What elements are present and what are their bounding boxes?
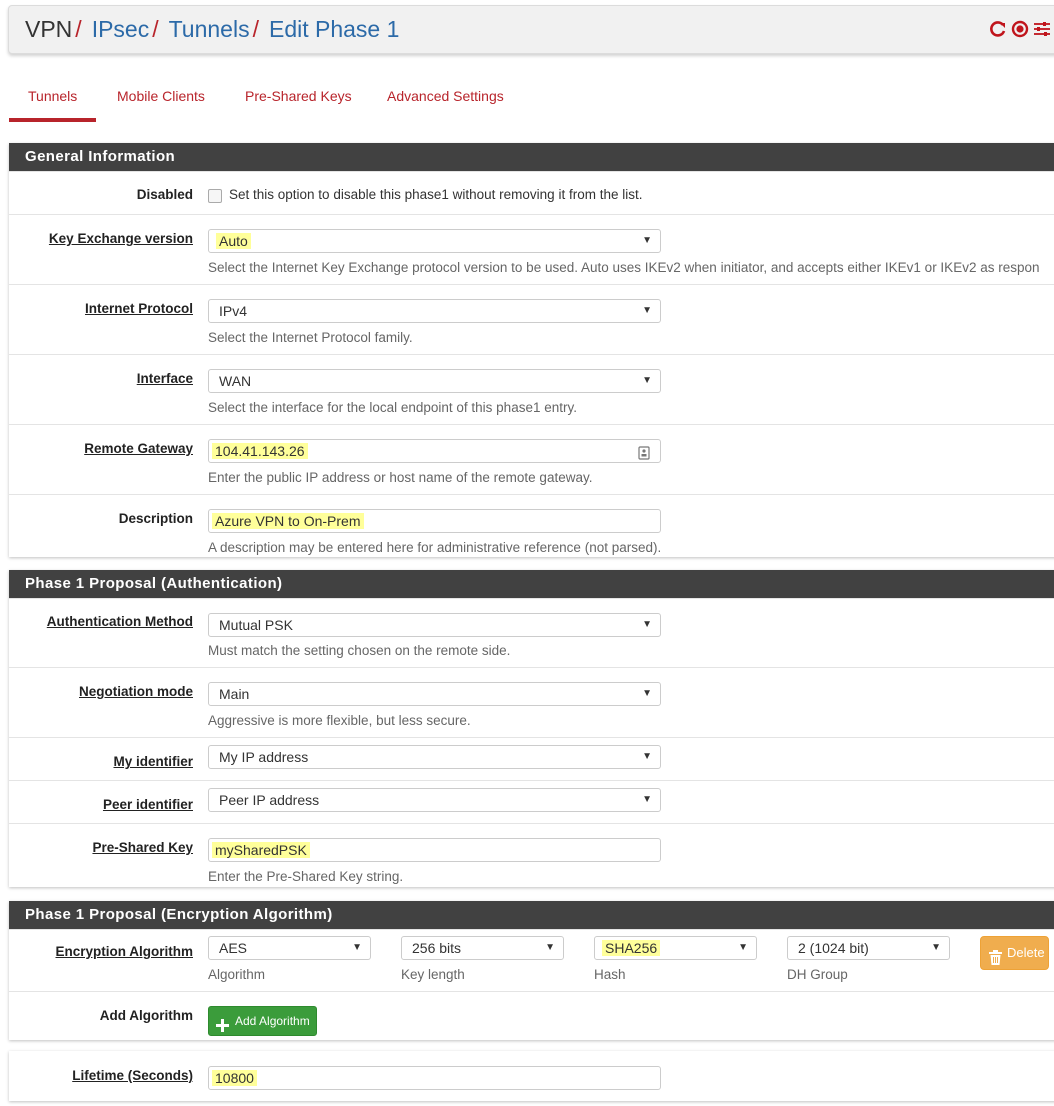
key-exchange-label: Key Exchange version (48, 231, 193, 246)
page-header: VPN / IPsec / Tunnels / Edit Phase 1 (8, 5, 1054, 54)
lifetime-input[interactable]: 10800 (208, 1066, 661, 1090)
breadcrumb-separator: / (75, 16, 82, 42)
auth-method-help: Must match the setting chosen on the rem… (208, 643, 511, 658)
internet-protocol-label: Internet Protocol (84, 301, 193, 316)
psk-label: Pre-Shared Key (92, 840, 193, 855)
my-identifier-select[interactable]: My IP address ▼ (208, 745, 661, 769)
row-my-identifier: My identifier My IP address ▼ (9, 737, 1054, 780)
key-exchange-help: Select the Internet Key Exchange protoco… (208, 260, 1040, 275)
remote-gateway-input[interactable]: 104.41.143.26 (208, 439, 661, 463)
dh-group-help: DH Group (787, 967, 848, 982)
plus-icon (216, 1014, 229, 1042)
row-encryption-algorithm: Encryption Algorithm AES ▼ Algorithm 256… (9, 929, 1054, 991)
key-length-help: Key length (401, 967, 465, 982)
disabled-checkbox[interactable] (208, 189, 222, 203)
chevron-down-icon: ▼ (642, 794, 652, 805)
row-interface: Interface WAN ▼ Select the interface for… (9, 354, 1054, 424)
chevron-down-icon: ▼ (642, 235, 652, 246)
row-internet-protocol: Internet Protocol IPv4 ▼ Select the Inte… (9, 284, 1054, 354)
row-key-exchange: Key Exchange version Auto ▼ Select the I… (9, 214, 1054, 284)
row-disabled: Disabled Set this option to disable this… (9, 171, 1054, 214)
breadcrumb-edit-phase1: Edit Phase 1 (268, 16, 400, 42)
auth-method-select[interactable]: Mutual PSK ▼ (208, 613, 661, 637)
peer-identifier-select[interactable]: Peer IP address ▼ (208, 788, 661, 812)
active-tab-indicator (9, 118, 96, 122)
key-length-select[interactable]: 256 bits ▼ (401, 936, 564, 960)
tab-mobile-clients[interactable]: Mobile Clients (117, 78, 205, 122)
internet-protocol-select[interactable]: IPv4 ▼ (208, 299, 661, 323)
trash-icon (989, 945, 1002, 977)
row-peer-identifier: Peer identifier Peer IP address ▼ (9, 780, 1054, 823)
interface-select[interactable]: WAN ▼ (208, 369, 661, 393)
lifetime-label: Lifetime (Seconds) (72, 1068, 193, 1083)
row-negotiation-mode: Negotiation mode Main ▼ Aggressive is mo… (9, 667, 1054, 737)
encryption-panel: Phase 1 Proposal (Encryption Algorithm) … (9, 901, 1054, 1040)
description-label: Description (118, 511, 193, 526)
chevron-down-icon: ▼ (352, 942, 362, 953)
breadcrumb-ipsec[interactable]: IPsec (92, 16, 150, 42)
chevron-down-icon: ▼ (642, 305, 652, 316)
add-algorithm-button[interactable]: Add Algorithm (208, 1006, 317, 1036)
description-input[interactable]: Azure VPN to On-Prem (208, 509, 661, 533)
hash-select[interactable]: SHA256 ▼ (594, 936, 757, 960)
description-help: A description may be entered here for ad… (208, 540, 662, 555)
row-add-algorithm: Add Algorithm Add Algorithm (9, 991, 1054, 1041)
negotiation-mode-help: Aggressive is more flexible, but less se… (208, 713, 471, 728)
row-description: Description Azure VPN to On-Prem A descr… (9, 494, 1054, 563)
delete-algorithm-button[interactable]: Delete (980, 936, 1049, 970)
add-algorithm-label: Add Algorithm (99, 1008, 193, 1023)
tab-tunnels[interactable]: Tunnels (28, 78, 77, 122)
chevron-down-icon: ▼ (545, 942, 555, 953)
reload-icon[interactable] (989, 20, 1007, 41)
row-remote-gateway: Remote Gateway 104.41.143.26 Enter the p… (9, 424, 1054, 494)
negotiation-mode-select[interactable]: Main ▼ (208, 682, 661, 706)
contact-card-icon (638, 444, 650, 462)
psk-help: Enter the Pre-Shared Key string. (208, 869, 404, 884)
chevron-down-icon: ▼ (931, 942, 941, 953)
breadcrumb-tunnels[interactable]: Tunnels (169, 16, 250, 42)
psk-input[interactable]: mySharedPSK (208, 838, 661, 862)
encryption-algorithm-label: Encryption Algorithm (55, 944, 194, 959)
chevron-down-icon: ▼ (642, 751, 652, 762)
breadcrumb-vpn: VPN (25, 16, 73, 42)
tab-advanced-settings[interactable]: Advanced Settings (387, 78, 504, 122)
chevron-down-icon: ▼ (738, 942, 748, 953)
breadcrumb: VPN / IPsec / Tunnels / Edit Phase 1 (25, 16, 399, 43)
interface-help: Select the interface for the local endpo… (208, 400, 577, 415)
row-auth-method: Authentication Method Mutual PSK ▼ Must … (9, 598, 1054, 667)
interface-label: Interface (136, 371, 193, 386)
breadcrumb-separator: / (152, 16, 159, 42)
algorithm-select[interactable]: AES ▼ (208, 936, 371, 960)
internet-protocol-help: Select the Internet Protocol family. (208, 330, 413, 345)
chevron-down-icon: ▼ (642, 688, 652, 699)
panel-title: Phase 1 Proposal (Encryption Algorithm) (9, 901, 1054, 929)
breadcrumb-separator: / (252, 16, 259, 42)
remote-gateway-help: Enter the public IP address or host name… (208, 470, 593, 485)
dh-group-select[interactable]: 2 (1024 bit) ▼ (787, 936, 950, 960)
hash-help: Hash (594, 967, 626, 982)
auth-method-label: Authentication Method (46, 614, 193, 629)
peer-identifier-label: Peer identifier (102, 797, 193, 812)
negotiation-mode-label: Negotiation mode (79, 684, 193, 699)
remote-gateway-label: Remote Gateway (84, 441, 193, 456)
my-identifier-label: My identifier (113, 754, 193, 769)
algorithm-help: Algorithm (208, 967, 266, 982)
panel-title: Phase 1 Proposal (Authentication) (9, 570, 1054, 598)
tab-pre-shared-keys[interactable]: Pre-Shared Keys (245, 78, 352, 122)
general-information-panel: General Information Disabled Set this op… (9, 143, 1054, 557)
row-pre-shared-key: Pre-Shared Key mySharedPSK Enter the Pre… (9, 823, 1054, 892)
stop-icon[interactable] (1011, 20, 1029, 41)
chevron-down-icon: ▼ (642, 619, 652, 630)
authentication-panel: Phase 1 Proposal (Authentication) Authen… (9, 570, 1054, 887)
settings-sliders-icon[interactable] (1033, 20, 1051, 41)
chevron-down-icon: ▼ (642, 375, 652, 386)
disabled-label: Disabled (136, 187, 193, 202)
lifetime-panel: Lifetime (Seconds) 10800 (9, 1051, 1054, 1101)
panel-title: General Information (9, 143, 1054, 171)
disabled-checkbox-text: Set this option to disable this phase1 w… (229, 187, 643, 202)
key-exchange-select[interactable]: Auto ▼ (208, 229, 661, 253)
